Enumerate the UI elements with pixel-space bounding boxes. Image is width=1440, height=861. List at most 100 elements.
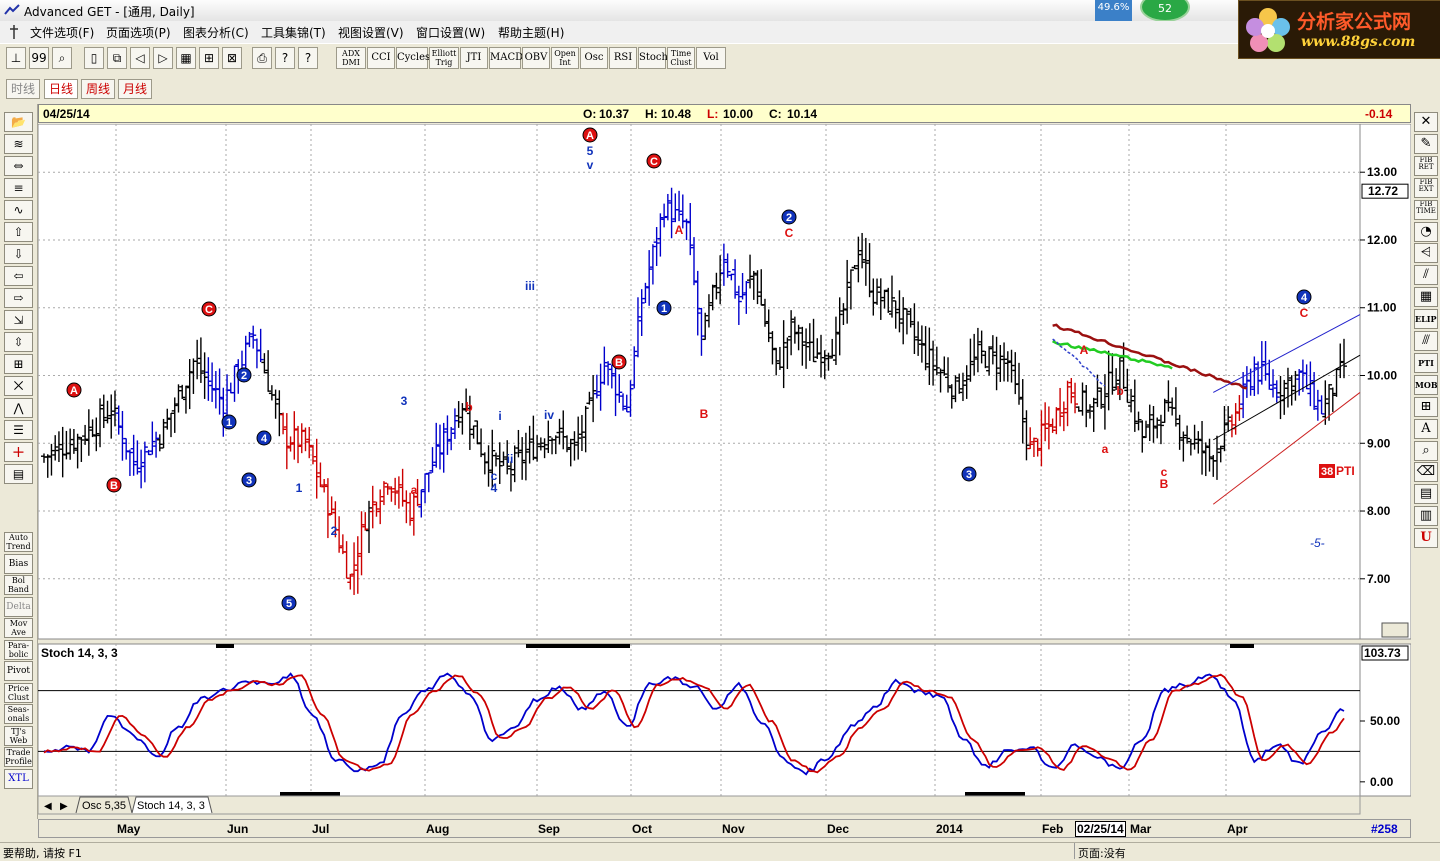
tool-para-bolic[interactable]: Para-bolic <box>4 639 33 660</box>
wave-label: 5 <box>281 595 297 611</box>
whats-this-icon[interactable]: ? <box>298 47 318 69</box>
menu-file[interactable]: 文件选项(F) <box>30 24 94 41</box>
tool-price-clust[interactable]: Price Clust <box>4 682 33 703</box>
tool-trade-profile[interactable]: Trade Profile <box>4 747 33 767</box>
zoom-icon[interactable]: ⌕ <box>52 47 72 69</box>
period-hourly[interactable]: 时线 <box>6 79 40 99</box>
fib-icon[interactable]: ☰ <box>4 420 33 440</box>
study-button[interactable]: Elliott Trig <box>429 47 459 69</box>
wave-label: 2 <box>236 367 252 383</box>
print-icon[interactable]: ⎙ <box>252 47 272 69</box>
menu-page[interactable]: 页面选项(P) <box>106 24 171 41</box>
study-button[interactable]: JTI <box>460 47 488 69</box>
study-button[interactable]: Stoch <box>638 47 668 69</box>
period-daily[interactable]: 日线 <box>44 79 78 99</box>
window-title: Advanced GET - [通用, Daily] <box>24 5 195 19</box>
channel-icon[interactable]: ⫽ <box>1414 265 1438 286</box>
tool-mov-ave[interactable]: Mov Ave <box>4 618 33 638</box>
new-page-icon[interactable]: ▯ <box>84 47 104 69</box>
study-button[interactable]: OBV <box>522 47 550 69</box>
menu-chart[interactable]: 图表分析(C) <box>183 24 249 41</box>
ellipse-icon[interactable]: ELIPS <box>1414 309 1438 330</box>
grid-icon[interactable]: ⊞ <box>199 47 219 69</box>
chart-area[interactable]: 13.0012.0011.0010.009.008.007.0012.72ABC… <box>38 124 1411 817</box>
study-button[interactable]: Osc <box>580 47 608 69</box>
forward-icon[interactable]: ▷ <box>153 47 173 69</box>
copy-icon[interactable]: ⧉ <box>107 47 127 69</box>
study-button[interactable]: Time Clust <box>667 47 695 69</box>
tool-auto-trend[interactable]: Auto Trend <box>4 532 33 552</box>
magnet-icon[interactable]: U <box>1414 528 1438 549</box>
lines-icon[interactable]: ⨉ <box>4 376 33 396</box>
period-monthly[interactable]: 月线 <box>118 79 152 99</box>
delete-icon[interactable]: ⊠ <box>222 47 242 69</box>
gann-icon[interactable]: ⋀ <box>4 398 33 418</box>
expand-icon[interactable]: ⇳ <box>4 332 33 352</box>
layers-icon[interactable]: ▤ <box>1414 484 1438 505</box>
left-arrow-icon[interactable]: ⇦ <box>4 266 33 286</box>
study-button[interactable]: MACD <box>489 47 523 69</box>
wave-label: B <box>1160 477 1169 491</box>
tool-tj-s-web[interactable]: TJ's Web <box>4 725 33 746</box>
open-icon[interactable]: 📂 <box>4 112 33 132</box>
fan-lines-icon[interactable]: ⩤ <box>1414 243 1438 264</box>
pin-icon[interactable] <box>8 24 20 40</box>
book-icon[interactable]: ▥ <box>1414 506 1438 527</box>
study-button[interactable]: ADX DMI <box>336 47 366 69</box>
study-button[interactable]: CCI <box>367 47 395 69</box>
wave-label: B <box>700 407 709 421</box>
right-arrow-icon[interactable]: ⇨ <box>4 288 33 308</box>
tool-seas-onals[interactable]: Seas-onals <box>4 704 33 724</box>
period-weekly[interactable]: 周线 <box>81 79 115 99</box>
magnify-icon[interactable]: ⌕ <box>1414 440 1438 461</box>
down-arrow-icon[interactable]: ⇩ <box>4 244 33 264</box>
tool-delta[interactable]: Delta <box>4 596 33 617</box>
study-button[interactable]: Vol <box>696 47 726 69</box>
tab-strip-bg <box>38 795 1361 815</box>
pti-icon[interactable]: PTI <box>1414 352 1438 373</box>
layout-icon[interactable]: ▦ <box>176 47 196 69</box>
study-button[interactable]: Cycles <box>396 47 430 69</box>
reset-icon[interactable]: ⇔ <box>4 156 33 176</box>
fib-fan-icon[interactable]: ◔ <box>1414 221 1438 242</box>
fib-retracement-icon[interactable]: FIB RET <box>1414 155 1438 176</box>
menu-view[interactable]: 视图设置(V) <box>338 24 404 41</box>
text-icon[interactable]: A <box>1414 418 1438 439</box>
menu-tools[interactable]: 工具集锦(T) <box>261 24 326 41</box>
box-icon[interactable]: ▦ <box>1414 287 1438 308</box>
tool-xtl[interactable]: XTL <box>4 768 33 789</box>
compress-icon[interactable]: ⇲ <box>4 310 33 330</box>
tool-bol-band[interactable]: Bol Band <box>4 575 33 595</box>
properties-icon[interactable]: ▤ <box>4 464 33 484</box>
elliott-icon[interactable]: ∿ <box>4 200 33 220</box>
menu-help[interactable]: 帮助主题(H) <box>498 24 564 41</box>
study-icon[interactable]: ≡ <box>4 178 33 198</box>
tool-bias[interactable]: Bias <box>4 553 33 574</box>
study-button[interactable]: Open Int <box>551 47 579 69</box>
up-arrow-icon[interactable]: ⇧ <box>4 222 33 242</box>
quote-icon[interactable]: 99 <box>29 47 49 69</box>
grid-icon[interactable]: ⊞ <box>4 354 33 374</box>
svg-text:2: 2 <box>241 370 247 382</box>
cpu-value: 49.6% <box>1097 2 1130 13</box>
pin-icon[interactable]: ⊥ <box>6 47 26 69</box>
price-tick: 8.00 <box>1367 504 1391 518</box>
parallel-lines-icon[interactable]: ⫻ <box>1414 331 1438 351</box>
back-icon[interactable]: ◁ <box>130 47 150 69</box>
crosshair-icon[interactable]: + <box>4 442 33 462</box>
mob-icon[interactable]: MOB <box>1414 374 1438 395</box>
svg-text:b: b <box>1116 384 1123 398</box>
fib-time-icon[interactable]: FIB TIME <box>1414 199 1438 220</box>
close-icon[interactable]: ✕ <box>1414 112 1438 132</box>
quote-date: 04/25/14 <box>43 107 90 121</box>
fib-extension-icon[interactable]: FIB EXT <box>1414 177 1438 198</box>
eraser-icon[interactable]: ⌫ <box>1414 462 1438 483</box>
tool-pivot[interactable]: Pivot <box>4 661 33 681</box>
grid-icon[interactable]: ⊞ <box>1414 396 1438 417</box>
study-button[interactable]: RSI <box>609 47 637 69</box>
pencil-icon[interactable]: ✎ <box>1414 133 1438 154</box>
wave-label: iv <box>544 408 554 422</box>
help-icon[interactable]: ? <box>275 47 295 69</box>
menu-window[interactable]: 窗口设置(W) <box>416 24 485 41</box>
patterns-icon[interactable]: ≋ <box>4 134 33 154</box>
